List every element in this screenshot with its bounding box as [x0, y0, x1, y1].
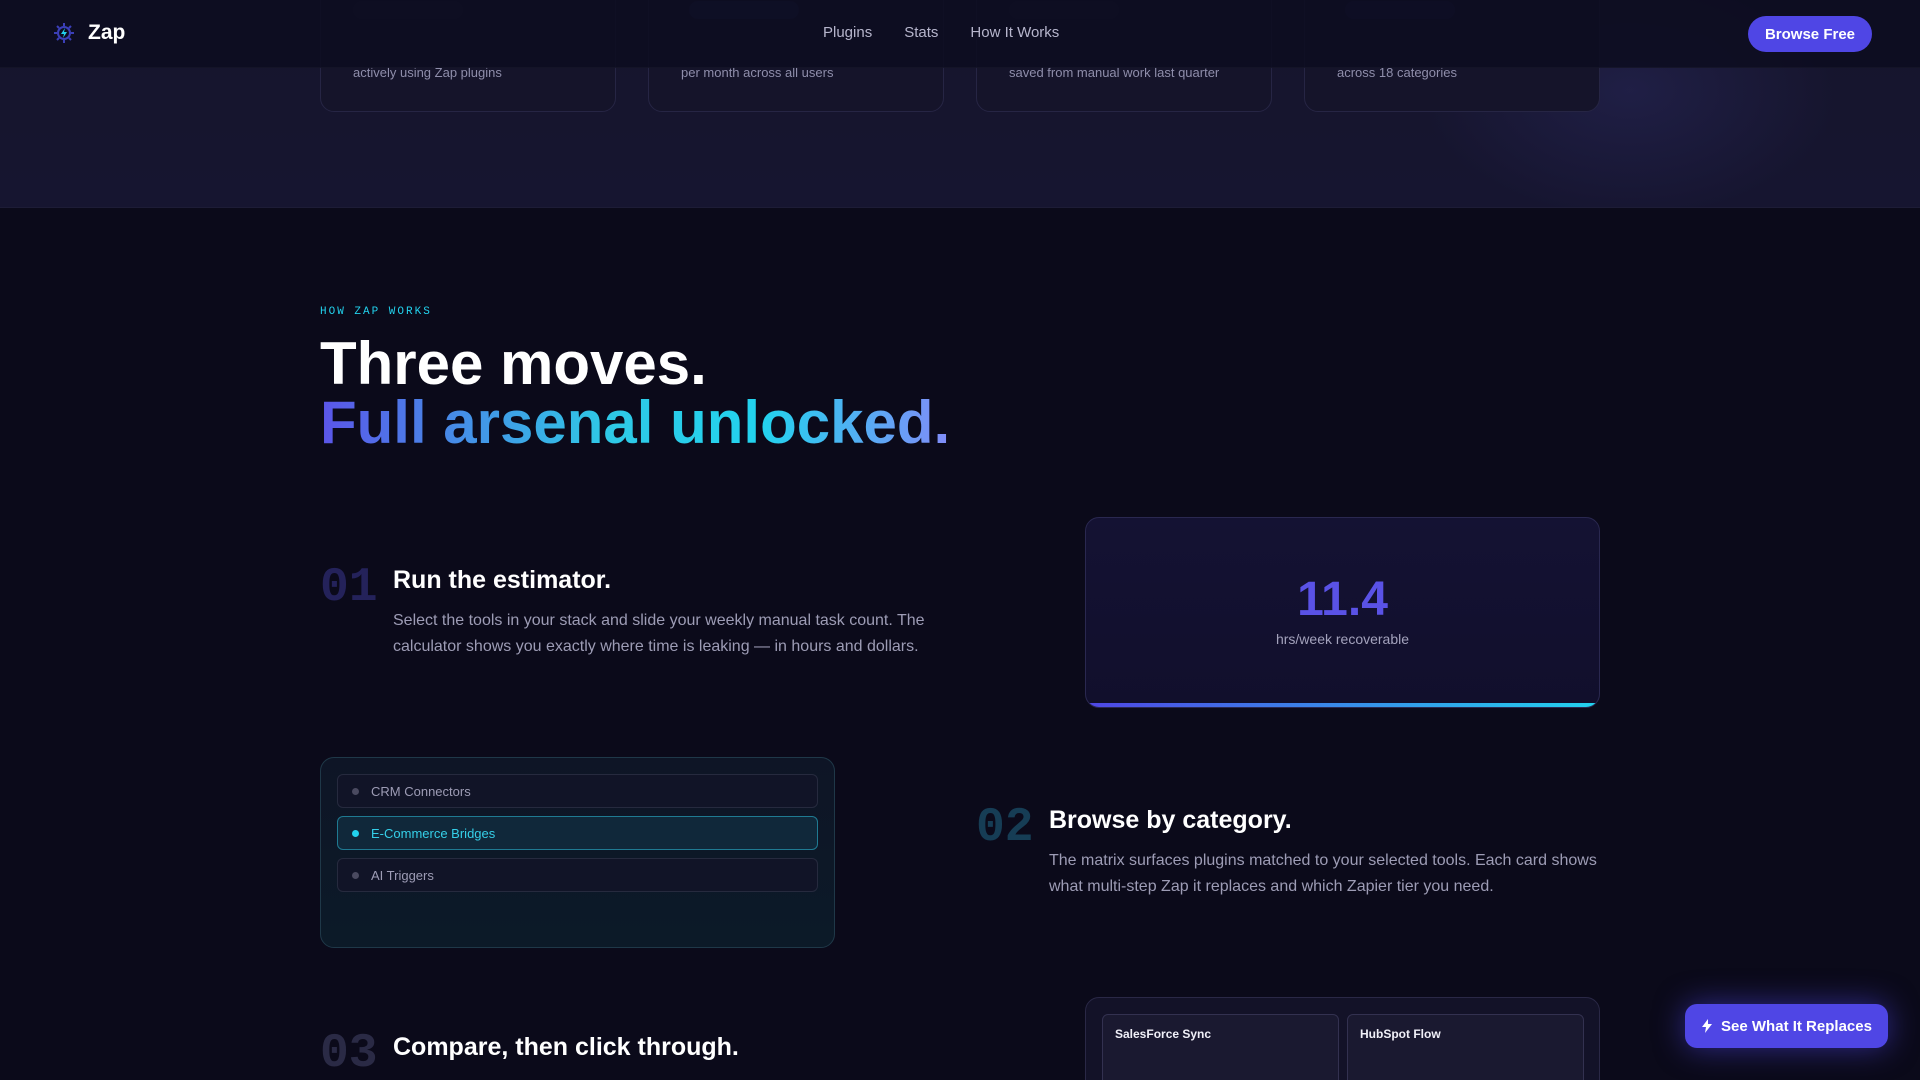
estimator-preview-card: 11.4 hrs/week recoverable: [1085, 517, 1600, 708]
compare-tile-hubspot[interactable]: HubSpot Flow: [1347, 1014, 1584, 1080]
estimator-progress-bar: [1086, 703, 1599, 707]
category-item-ecommerce[interactable]: E-Commerce Bridges: [337, 816, 818, 850]
step-number: 02: [976, 801, 1034, 855]
step-title: Browse by category.: [1049, 806, 1292, 834]
section-title-line1: Three moves.: [320, 330, 707, 397]
category-dot: [352, 871, 359, 879]
step-number: 03: [320, 1027, 378, 1080]
step-number: 01: [320, 561, 378, 615]
step-description: Select the tools in your stack and slide…: [393, 612, 925, 655]
category-item-crm[interactable]: CRM Connectors: [337, 774, 818, 808]
estimator-value: 11.4: [1297, 573, 1388, 626]
category-label: E-Commerce Bridges: [371, 825, 496, 841]
nav-links: Plugins Stats How It Works: [823, 24, 1059, 41]
bolt-gear-icon: [54, 23, 74, 43]
browse-free-button[interactable]: Browse Free: [1748, 16, 1872, 52]
section-title-line2: Full arsenal unlocked.: [320, 389, 951, 456]
bolt-icon: [1702, 1019, 1713, 1033]
category-dot: [352, 787, 359, 795]
compare-tile-salesforce[interactable]: SalesForce Sync: [1102, 1014, 1339, 1080]
brand-logo-link[interactable]: Zap: [52, 21, 125, 45]
top-navbar: Zap Plugins Stats How It Works Browse Fr…: [0, 0, 1920, 68]
nav-link-plugins[interactable]: Plugins: [823, 24, 872, 41]
category-label: CRM Connectors: [371, 783, 471, 799]
category-preview-card: CRM Connectors E-Commerce Bridges AI Tri…: [320, 757, 835, 948]
category-item-ai-triggers[interactable]: AI Triggers: [337, 858, 818, 892]
see-what-it-replaces-button[interactable]: See What It Replaces: [1685, 1004, 1888, 1048]
nav-link-how-it-works[interactable]: How It Works: [970, 24, 1059, 41]
category-label: AI Triggers: [371, 867, 434, 883]
section-eyebrow: HOW ZAP WORKS: [320, 306, 432, 318]
compare-preview-card: SalesForce Sync HubSpot Flow: [1085, 997, 1600, 1080]
brand-name: Zap: [88, 21, 126, 44]
estimator-label: hrs/week recoverable: [1275, 631, 1410, 647]
nav-link-stats[interactable]: Stats: [904, 24, 938, 41]
float-cta-label: See What It Replaces: [1721, 1017, 1872, 1035]
step-title: Run the estimator.: [393, 566, 612, 594]
step-description: The matrix surfaces plugins matched to y…: [1049, 852, 1597, 895]
step-title: Compare, then click through.: [393, 1033, 739, 1061]
category-dot-active: [352, 829, 359, 837]
